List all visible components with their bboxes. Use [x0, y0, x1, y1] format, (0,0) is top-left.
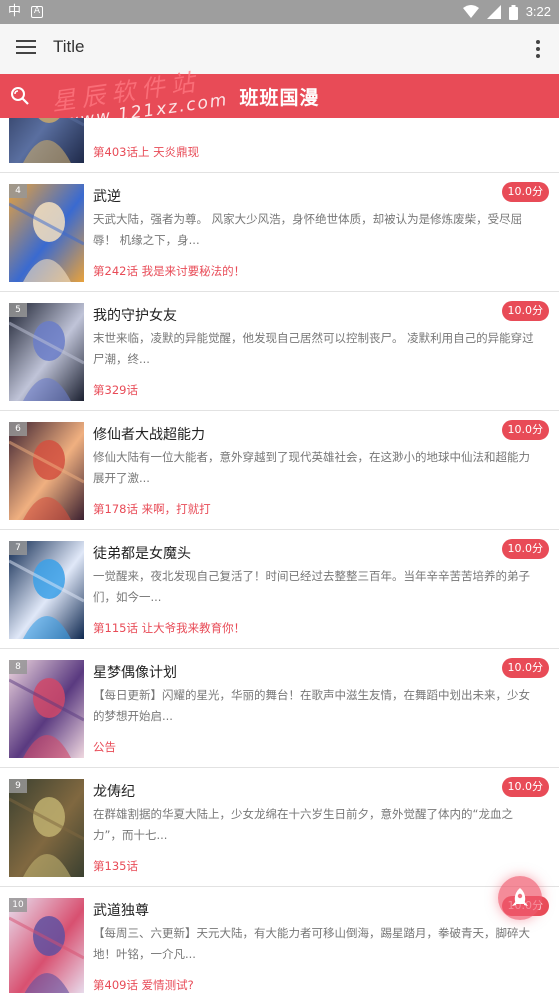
- list-item[interactable]: 9 龙俦纪 10.0分在群雄割据的华夏大陆上，少女龙绵在十六岁生日前夕，意外觉醒了体…: [0, 769, 559, 887]
- comic-description: 末世来临，凌默的异能觉醒，他发现自己居然可以控制丧尸。 凌默利用自己的异能穿过尸…: [93, 331, 534, 366]
- comic-description: 在群雄割据的华夏大陆上，少女龙绵在十六岁生日前夕，意外觉醒了体内的“龙血之力”，…: [93, 807, 513, 842]
- page-title: Title: [53, 37, 85, 56]
- brand-header: 班班国漫: [0, 74, 559, 118]
- brand-title: 班班国漫: [239, 87, 320, 109]
- list-item[interactable]: 第403话上 天炎鼎现: [0, 118, 559, 173]
- latest-chapter[interactable]: 第135话: [93, 858, 138, 874]
- download-notification-icon: A: [31, 6, 44, 18]
- comic-title[interactable]: 我的守护女友: [93, 305, 177, 325]
- latest-chapter[interactable]: 第403话上 天炎鼎现: [93, 144, 199, 160]
- rank-badge: 4: [9, 184, 27, 198]
- cover-image[interactable]: 10: [9, 898, 84, 993]
- comic-description: 天武大陆，强者为尊。 风家大少风浩，身怀绝世体质，却被认为是修炼废柴，受尽屈辱！…: [93, 212, 523, 247]
- comic-title[interactable]: 星梦偶像计划: [93, 662, 177, 682]
- score-badge: 10.0分: [501, 301, 549, 321]
- list-item[interactable]: 6 修仙者大战超能力 10.0分修仙大陆有一位大能者，意外穿越到了现代英雄社会，在这…: [0, 412, 559, 530]
- cover-image[interactable]: 5: [9, 303, 84, 401]
- rank-badge: 9: [9, 779, 27, 793]
- latest-chapter[interactable]: 第178话 来啊，打就打: [93, 501, 211, 517]
- wifi-icon: [462, 5, 479, 18]
- rocket-icon: [512, 888, 528, 906]
- cover-image[interactable]: [9, 118, 84, 163]
- menu-icon[interactable]: [16, 40, 36, 56]
- score-badge: 10.0分: [501, 420, 549, 440]
- rank-badge: 6: [9, 422, 27, 436]
- list-item[interactable]: 4 武逆 10.0分天武大陆，强者为尊。 风家大少风浩，身怀绝世体质，却被认为是修炼…: [0, 174, 559, 292]
- more-options-icon[interactable]: [535, 40, 541, 58]
- cover-image[interactable]: 6: [9, 422, 84, 520]
- app-bar: Title: [0, 24, 559, 74]
- comic-list: 第403话上 天炎鼎现 4 武逆 10.0分 天武大陆，强者为尊。 风家大少风浩，身怀绝…: [0, 118, 559, 993]
- cover-image[interactable]: 9: [9, 779, 84, 877]
- list-item[interactable]: 5 我的守护女友 10.0分末世来临，凌默的异能觉醒，他发现自己居然可以控制丧尸。 …: [0, 293, 559, 411]
- rank-badge: 7: [9, 541, 27, 555]
- cover-image[interactable]: 8: [9, 660, 84, 758]
- comic-description: 【每周三、六更新】天元大陆，有大能力者可移山倒海，踢星踏月，拳破青天，脚碎大地！…: [93, 926, 530, 961]
- score-badge: 10.0分: [501, 658, 549, 678]
- latest-chapter[interactable]: 公告: [93, 739, 116, 755]
- score-badge: 10.0分: [501, 182, 549, 202]
- app-notification-icon: 中: [8, 4, 22, 19]
- floating-action-button[interactable]: [498, 876, 542, 920]
- cover-image[interactable]: 7: [9, 541, 84, 639]
- comic-title[interactable]: 龙俦纪: [93, 781, 135, 801]
- list-item[interactable]: 8 星梦偶像计划 10.0分【每日更新】闪耀的星光，华丽的舞台！在歌声中滋生友情，在…: [0, 650, 559, 768]
- rank-badge: 5: [9, 303, 27, 317]
- latest-chapter[interactable]: 第409话 爱情测试?: [93, 977, 194, 993]
- list-item[interactable]: 7 徒弟都是女魔头 10.0分一觉醒来，夜北发现自己复活了！时间已经过去整整三百年。…: [0, 531, 559, 649]
- rank-badge: 10: [9, 898, 27, 912]
- signal-icon: [486, 5, 501, 19]
- comic-description: 【每日更新】闪耀的星光，华丽的舞台！在歌声中滋生友情，在舞蹈中划出未来，少女的梦…: [93, 688, 530, 723]
- status-bar: 中 A 3:22: [0, 0, 559, 24]
- comic-description: 一觉醒来，夜北发现自己复活了！时间已经过去整整三百年。当年辛辛苦苦培养的弟子们，…: [93, 569, 530, 604]
- clock: 3:22: [525, 4, 551, 19]
- score-badge: 10.0分: [501, 539, 549, 559]
- latest-chapter[interactable]: 第242话 我是来讨要秘法的！: [93, 263, 245, 279]
- comic-title[interactable]: 武逆: [93, 186, 121, 206]
- comic-description: 修仙大陆有一位大能者，意外穿越到了现代英雄社会，在这渺小的地球中仙法和超能力展开…: [93, 450, 530, 485]
- list-item[interactable]: 10武道独尊10.0分【每周三、六更新】天元大陆，有大能力者可移山倒海，踢星踏月…: [0, 888, 559, 993]
- cover-image[interactable]: 4: [9, 184, 84, 282]
- comic-title[interactable]: 徒弟都是女魔头: [93, 543, 191, 563]
- comic-title[interactable]: 武道独尊: [93, 900, 149, 920]
- latest-chapter[interactable]: 第115话 让大爷我来教育你！: [93, 620, 245, 636]
- battery-icon: [508, 4, 518, 20]
- rank-badge: 8: [9, 660, 27, 674]
- score-badge: 10.0分: [501, 777, 549, 797]
- latest-chapter[interactable]: 第329话: [93, 382, 138, 398]
- comic-title[interactable]: 修仙者大战超能力: [93, 424, 205, 444]
